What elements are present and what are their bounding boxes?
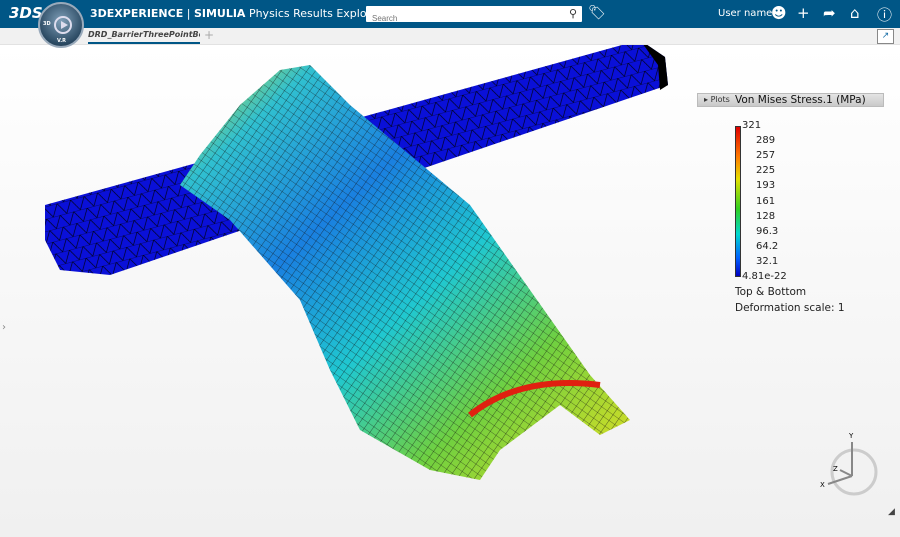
tick-label: 64.2 — [756, 241, 779, 252]
search-box[interactable]: ⚲ — [366, 6, 582, 27]
axis-z-label: Z — [833, 465, 838, 473]
top-bar: 3DS 3DEXPERIENCE | SIMULIA Physics Resul… — [0, 0, 900, 28]
tick-label: 257 — [756, 150, 776, 161]
tag-icon[interactable]: 🏷 — [588, 5, 606, 21]
tick-label: 161 — [756, 196, 776, 207]
legend-ticks: 321 289 257 225 193 161 128 96.3 64.2 32… — [742, 120, 822, 285]
legend-deformation: Deformation scale: 1 — [735, 302, 845, 314]
tick-label: 321 — [742, 120, 762, 131]
legend-face: Top & Bottom — [735, 286, 807, 298]
tick-label: 96.3 — [756, 226, 779, 237]
corner-triangle-icon[interactable]: ◢ — [888, 507, 895, 517]
collapse-icon[interactable]: ↗ — [877, 29, 894, 44]
play-icon[interactable] — [54, 16, 72, 34]
home-icon[interactable]: ⌂ — [850, 4, 860, 22]
help-icon[interactable]: ⓘ — [877, 4, 892, 25]
app-name: Physics Results Explorer — [245, 7, 383, 20]
tick-label: 32.1 — [756, 256, 779, 267]
tab-drd-barrier[interactable]: DRD_BarrierThreePointBend — [88, 30, 200, 44]
search-icon[interactable]: ⚲ — [569, 7, 577, 20]
brand: 3DEXPERIENCE — [90, 7, 184, 20]
compass-widget[interactable]: 3D V.R — [38, 2, 84, 48]
product: SIMULIA — [193, 7, 246, 20]
share-icon[interactable]: ➦ — [823, 4, 836, 22]
tab-bar: DRD_BarrierThreePointBend + — [0, 28, 900, 45]
color-bar — [735, 126, 741, 277]
axis-x-label: X — [820, 481, 825, 489]
axis-y-label: Y — [849, 432, 854, 440]
search-input[interactable] — [366, 10, 556, 27]
expand-left-panel-icon[interactable]: › — [2, 322, 6, 333]
tick-label: 193 — [756, 180, 776, 191]
tick-label: 289 — [756, 135, 776, 146]
compass-3d-label[interactable]: 3D — [43, 21, 51, 27]
user-avatar-icon[interactable]: ☻ — [771, 4, 787, 22]
tick-label: 4.81e-22 — [742, 271, 787, 282]
add-tab-button[interactable]: + — [204, 28, 214, 42]
app-title: 3DEXPERIENCE | SIMULIA Physics Results E… — [90, 7, 382, 20]
axis-triad[interactable]: Y X Z — [818, 432, 882, 496]
legend-title: Von Mises Stress.1 (MPa) — [735, 94, 866, 106]
add-icon[interactable]: + — [797, 4, 810, 22]
tick-label: 128 — [756, 211, 776, 222]
sep: | — [183, 7, 194, 20]
compass-vr-label[interactable]: V.R — [57, 38, 66, 44]
user-name[interactable]: User name — [718, 8, 772, 19]
tick-label: 225 — [756, 165, 776, 176]
plots-label: Plots — [710, 95, 730, 104]
